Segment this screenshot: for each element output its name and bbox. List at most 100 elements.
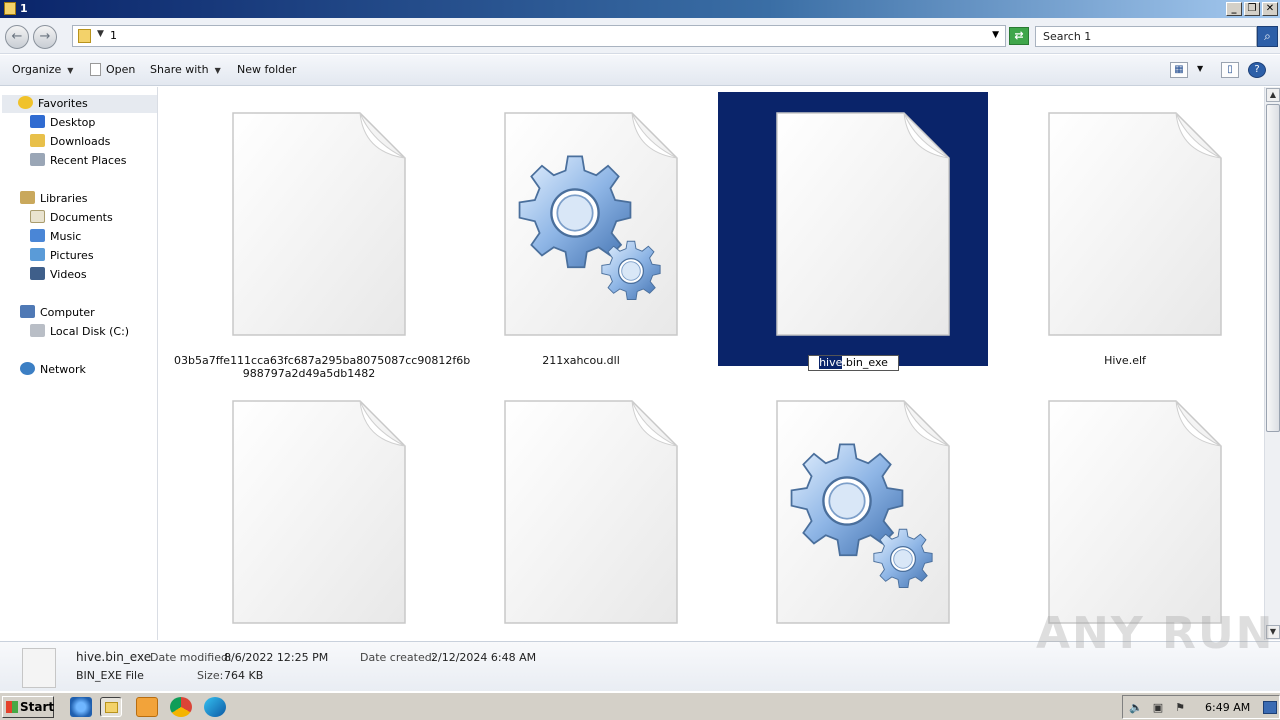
taskbar: Start 🔈 ▣ ⚑ 6:49 AM: [0, 692, 1280, 720]
nav-label: Favorites: [38, 97, 88, 110]
chevron-down-icon[interactable]: ▼: [97, 29, 104, 39]
chrome-icon[interactable]: [170, 697, 192, 717]
nav-desktop[interactable]: Desktop: [30, 114, 95, 132]
rename-selected-text: hive: [819, 356, 843, 369]
view-options-dropdown-icon[interactable]: ▼: [1197, 64, 1203, 73]
file-item[interactable]: [718, 380, 988, 640]
media-player-icon[interactable]: [136, 697, 158, 717]
minimize-button[interactable]: _: [1226, 2, 1242, 16]
nav-label: Pictures: [50, 249, 94, 262]
nav-music[interactable]: Music: [30, 228, 81, 246]
nav-local-disk[interactable]: Local Disk (C:): [30, 323, 129, 341]
address-row: ← → ▼ 1 ▼ ⇄ Search 1 ⌕: [0, 18, 1280, 54]
rename-input[interactable]: hive.bin_exe: [808, 355, 899, 371]
star-icon: [18, 96, 33, 109]
file-item[interactable]: [446, 380, 716, 640]
search-icon[interactable]: ⌕: [1257, 26, 1278, 47]
nav-recent-places[interactable]: Recent Places: [30, 152, 127, 170]
nav-label: Documents: [50, 211, 113, 224]
blank-document-icon: [504, 400, 678, 624]
nav-documents[interactable]: Documents: [30, 209, 113, 227]
chevron-down-icon: ▼: [214, 66, 221, 75]
file-thumbnail-icon: [22, 648, 56, 688]
search-input[interactable]: Search 1: [1035, 26, 1257, 47]
file-item[interactable]: 03b5a7ffe111cca63fc687a295ba8075087cc908…: [174, 92, 471, 380]
volume-icon[interactable]: 🔈: [1129, 701, 1143, 714]
nav-videos[interactable]: Videos: [30, 266, 87, 284]
clock[interactable]: 6:49 AM: [1205, 701, 1250, 714]
new-folder-button[interactable]: New folder: [237, 63, 296, 76]
videos-icon: [30, 267, 45, 280]
address-bar[interactable]: ▼ 1 ▼: [72, 25, 1006, 47]
breadcrumb[interactable]: 1: [110, 29, 117, 42]
details-file-name: hive.bin_exe: [76, 650, 152, 664]
nav-network[interactable]: Network: [20, 361, 86, 379]
pictures-icon: [30, 248, 45, 261]
watermark-logo: ANY RUN: [1036, 608, 1275, 659]
blank-document-icon: [1048, 112, 1222, 336]
recent-places-icon: [30, 153, 45, 166]
rename-extension-text: .bin_exe: [842, 356, 888, 369]
nav-downloads[interactable]: Downloads: [30, 133, 110, 151]
edge-icon[interactable]: [204, 697, 226, 717]
music-icon: [30, 229, 45, 242]
explorer-taskbar-button[interactable]: [100, 697, 122, 717]
folder-icon: [78, 29, 91, 43]
close-button[interactable]: ✕: [1262, 2, 1278, 16]
file-item[interactable]: [990, 380, 1260, 640]
internet-explorer-icon[interactable]: [70, 697, 92, 717]
nav-label: Libraries: [40, 192, 88, 205]
nav-pictures[interactable]: Pictures: [30, 247, 94, 265]
nav-favorites[interactable]: Favorites: [2, 95, 157, 113]
file-item[interactable]: Hive.elf: [990, 92, 1260, 367]
back-button[interactable]: ←: [5, 25, 29, 49]
file-name-line: 988797a2d49a5db1482: [242, 367, 376, 380]
gears-document-icon: [504, 112, 678, 336]
file-name: Hive.elf: [1104, 354, 1146, 367]
help-icon[interactable]: ?: [1248, 62, 1266, 78]
navigation-pane: Favorites Desktop Downloads Recent Place…: [0, 87, 158, 640]
vertical-scrollbar[interactable]: ▲ ▼: [1264, 87, 1280, 640]
restore-button[interactable]: ❐: [1244, 2, 1260, 16]
preview-pane-icon[interactable]: ▯: [1221, 62, 1239, 78]
show-desktop-icon[interactable]: [1263, 701, 1277, 714]
open-button[interactable]: Open: [90, 63, 135, 76]
nav-label: Videos: [50, 268, 87, 281]
scrollbar-thumb[interactable]: [1266, 104, 1280, 432]
windows-logo-icon: [6, 701, 18, 713]
nav-label: Music: [50, 230, 82, 243]
nav-label: Recent Places: [50, 154, 127, 167]
file-name-line: 03b5a7ffe111cca63fc687a295ba8075087cc908…: [174, 354, 471, 367]
date-created-label: Date created:: [360, 651, 436, 664]
scroll-up-button[interactable]: ▲: [1266, 88, 1280, 102]
file-name: 211xahcou.dll: [542, 354, 620, 367]
share-with-label: Share with: [150, 63, 209, 76]
network-tray-icon[interactable]: ▣: [1151, 701, 1165, 714]
folder-icon: [4, 2, 16, 15]
forward-button[interactable]: →: [33, 25, 57, 49]
date-modified-value: 8/6/2022 12:25 PM: [224, 651, 329, 664]
date-modified-label: Date modified:: [150, 651, 232, 664]
file-item[interactable]: hive.bin_exe: [718, 92, 988, 371]
desktop-icon: [30, 115, 45, 128]
file-item[interactable]: 211xahcou.dll: [446, 92, 716, 367]
action-center-flag-icon[interactable]: ⚑: [1173, 701, 1187, 714]
organize-button[interactable]: Organize ▼: [12, 63, 73, 76]
nav-computer[interactable]: Computer: [20, 304, 95, 322]
share-with-button[interactable]: Share with ▼: [150, 63, 221, 76]
open-label: Open: [106, 63, 136, 76]
start-button[interactable]: Start: [2, 696, 54, 718]
change-view-icon[interactable]: ▦: [1170, 62, 1188, 78]
nav-libraries[interactable]: Libraries: [20, 190, 88, 208]
chevron-down-icon: ▼: [67, 66, 74, 75]
blank-document-icon: [1048, 400, 1222, 624]
address-dropdown-icon[interactable]: ▼: [992, 30, 999, 40]
refresh-button[interactable]: ⇄: [1009, 27, 1029, 45]
computer-icon: [20, 305, 35, 318]
folder-icon: [105, 702, 118, 713]
file-item[interactable]: [174, 380, 444, 640]
disk-icon: [30, 324, 45, 337]
system-tray: 🔈 ▣ ⚑ 6:49 AM: [1122, 695, 1280, 719]
date-created-value: 2/12/2024 6:48 AM: [431, 651, 537, 664]
title-bar: 1 _ ❐ ✕: [0, 0, 1280, 18]
